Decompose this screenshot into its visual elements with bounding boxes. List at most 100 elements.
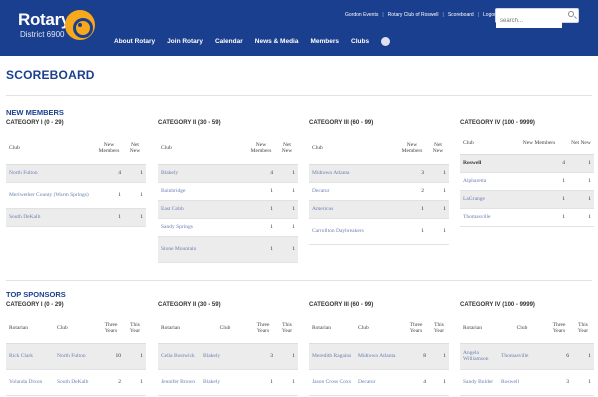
- table-row: Jennifer Brown Blakely 1 1: [158, 369, 298, 396]
- table-row: Blakely 4 1: [158, 164, 298, 183]
- net-new-count: 1: [568, 172, 594, 191]
- utility-link-scoreboard[interactable]: Scoreboard: [448, 12, 474, 18]
- column-header: Net New: [276, 132, 298, 165]
- top-sponsors-title: TOP SPONSORS: [6, 290, 66, 299]
- separator: |: [382, 12, 384, 18]
- three-years-count: 3: [250, 343, 276, 370]
- utility-link-gordon-events[interactable]: Gordon Events: [345, 12, 378, 18]
- column-header: Rotarian: [6, 313, 54, 344]
- club-link[interactable]: South DeKalb: [6, 208, 94, 227]
- net-new-count: 1: [568, 154, 594, 173]
- three-years-count: 6: [546, 343, 572, 370]
- club-link[interactable]: South DeKalb: [54, 369, 98, 396]
- club-link[interactable]: Stone Mountain: [158, 236, 246, 263]
- column-header: This Year: [572, 313, 594, 344]
- table-row: East Cobb 1 1: [158, 200, 298, 219]
- search-icon[interactable]: [568, 11, 574, 17]
- club-link[interactable]: Midtown Atlanta: [355, 343, 403, 370]
- nav-members[interactable]: Members: [310, 38, 339, 45]
- this-year-count: 1: [429, 369, 449, 396]
- new-members-count: 1: [94, 208, 124, 227]
- rotarian-name: Sandy Bulder: [460, 369, 498, 396]
- club-link[interactable]: Blakely: [158, 164, 246, 183]
- column-header: New Members: [246, 132, 276, 165]
- column-header: Club: [355, 313, 403, 344]
- club-link[interactable]: LaGrange: [460, 190, 510, 209]
- nav-join-rotary[interactable]: Join Rotary: [167, 38, 203, 45]
- new-members-count: 1: [397, 200, 427, 219]
- new-members-count: 1: [246, 182, 276, 201]
- club-link[interactable]: Blakely: [200, 369, 250, 396]
- column-header: Rotarian: [158, 313, 200, 344]
- nav-news-media[interactable]: News & Media: [255, 38, 299, 45]
- club-link[interactable]: Roswell: [460, 154, 510, 173]
- top-sponsors-cat-1-table: Rotarian Club Three Years This Year Rick…: [6, 313, 146, 396]
- new-members-count: 4: [94, 164, 124, 183]
- club-link[interactable]: Alpharetta: [460, 172, 510, 191]
- site-header: Rotary District 6900 Gordon Events | Rot…: [0, 0, 598, 56]
- separator: |: [442, 12, 444, 18]
- club-link[interactable]: Bainbridge: [158, 182, 246, 201]
- table-row: LaGrange 1 1: [460, 190, 594, 209]
- column-header: Club: [460, 132, 510, 155]
- column-header: This Year: [276, 313, 298, 344]
- top-sponsors-cat-2-title: CATEGORY II (30 - 59): [158, 302, 221, 308]
- globe-icon[interactable]: [381, 37, 391, 46]
- column-header: Net New: [427, 132, 449, 165]
- rotarian-name: Angela Williamson: [460, 343, 498, 370]
- new-members-cat-4-table: Club New Members Net New Roswell 4 1 Alp…: [460, 132, 594, 227]
- search-box: [495, 8, 579, 28]
- table-row: Meriwether County (Warm Springs) 1 1: [6, 182, 146, 209]
- club-link[interactable]: Decatur: [355, 369, 403, 396]
- search-input[interactable]: [496, 14, 562, 28]
- rotarian-name: Jason Cross Coxx: [309, 369, 355, 396]
- nav-about-rotary[interactable]: About Rotary: [114, 38, 155, 45]
- utility-links: Gordon Events | Rotary Club of Roswell |…: [345, 12, 498, 18]
- net-new-count: 1: [276, 200, 298, 219]
- new-members-count: 1: [246, 218, 276, 237]
- club-link[interactable]: Roswell: [498, 369, 546, 396]
- new-members-count: 1: [510, 172, 568, 191]
- nav-calendar[interactable]: Calendar: [215, 38, 243, 45]
- table-row: Carrollton Daybreakers 1 1: [309, 218, 449, 245]
- rotarian-name: Celia Bostwick: [158, 343, 200, 370]
- table-row: South DeKalb 1 1: [6, 208, 146, 227]
- column-header: Club: [158, 132, 246, 165]
- three-years-count: 8: [403, 343, 429, 370]
- column-header: Net New: [124, 132, 146, 165]
- column-header: Three Years: [98, 313, 124, 344]
- new-members-count: 2: [397, 182, 427, 201]
- club-link[interactable]: North Fulton: [54, 343, 98, 370]
- logo-name[interactable]: Rotary: [18, 10, 70, 30]
- club-link[interactable]: Americus: [309, 200, 397, 219]
- new-members-cat-2-title: CATEGORY II (30 - 59): [158, 120, 221, 126]
- three-years-count: 1: [250, 369, 276, 396]
- new-members-count: 3: [397, 164, 427, 183]
- divider: [6, 280, 592, 281]
- table-row: Roswell 4 1: [460, 154, 594, 173]
- rotarian-name: Rick Clark: [6, 343, 54, 370]
- top-sponsors-cat-4-title: CATEGORY IV (100 - 9999): [460, 302, 535, 308]
- club-link[interactable]: North Fulton: [6, 164, 94, 183]
- club-link[interactable]: Meriwether County (Warm Springs): [6, 182, 94, 209]
- club-link[interactable]: Carrollton Daybreakers: [309, 218, 397, 245]
- new-members-count: 1: [94, 182, 124, 209]
- club-link[interactable]: Thomasville: [460, 208, 510, 227]
- utility-link-club[interactable]: Rotary Club of Roswell: [388, 12, 439, 18]
- club-link[interactable]: East Cobb: [158, 200, 246, 219]
- logo-district: District 6900: [20, 30, 65, 39]
- table-row: Stone Mountain 1 1: [158, 236, 298, 263]
- club-link[interactable]: Decatur: [309, 182, 397, 201]
- new-members-count: 4: [246, 164, 276, 183]
- rotary-wheel-icon[interactable]: [65, 10, 95, 40]
- nav-clubs[interactable]: Clubs: [351, 38, 369, 45]
- new-members-cat-3-title: CATEGORY III (60 - 99): [309, 120, 374, 126]
- net-new-count: 1: [276, 164, 298, 183]
- net-new-count: 1: [427, 218, 449, 245]
- table-row: Americus 1 1: [309, 200, 449, 219]
- club-link[interactable]: Sandy Springs: [158, 218, 246, 237]
- club-link[interactable]: Midtown Atlanta: [309, 164, 397, 183]
- club-link[interactable]: Blakely: [200, 343, 250, 370]
- club-link[interactable]: Thomasville: [498, 343, 546, 370]
- new-members-count: 1: [397, 218, 427, 245]
